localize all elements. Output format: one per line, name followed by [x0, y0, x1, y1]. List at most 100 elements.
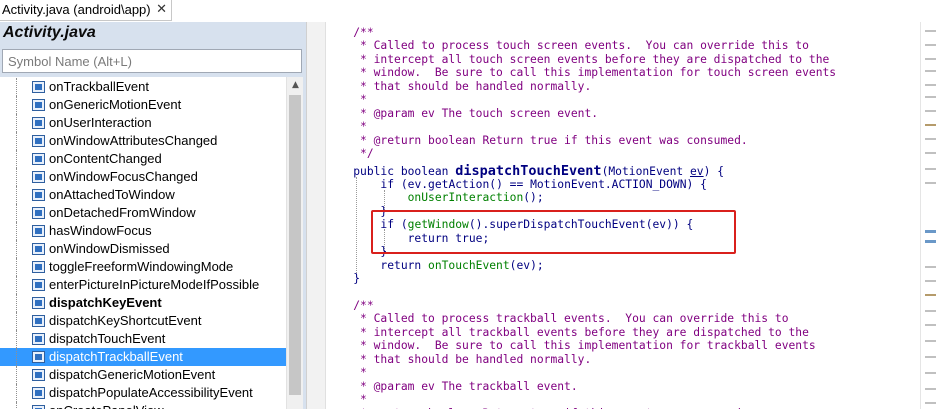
ruler-mark	[925, 324, 936, 326]
outline-item[interactable]: onGenericMotionEvent	[0, 96, 286, 114]
code-token: onTouchEvent	[428, 259, 510, 272]
code-line: * @param ev The touch screen event.	[326, 107, 598, 120]
scroll-thumb[interactable]	[289, 95, 301, 395]
tree-guide-line	[16, 96, 17, 114]
method-icon	[32, 333, 45, 345]
code-line: * intercept all touch screen events befo…	[326, 53, 829, 66]
outline-item-label: onWindowDismissed	[49, 241, 170, 256]
ruler-mark	[925, 30, 936, 32]
code-token: ev	[516, 259, 531, 272]
tree-guide-line	[16, 276, 17, 294]
tree-guide-line	[16, 186, 17, 204]
outline-item[interactable]: onWindowFocusChanged	[0, 168, 286, 186]
code-token: public boolean	[353, 165, 456, 178]
outline-item[interactable]: dispatchTouchEvent	[0, 330, 286, 348]
code-token: ();	[523, 191, 544, 204]
close-icon[interactable]: ✕	[156, 1, 167, 17]
outline-item-label: onUserInteraction	[49, 115, 152, 130]
code-token: ev	[689, 165, 704, 178]
ruler-mark	[925, 182, 936, 184]
code-token: onUserInteraction	[407, 191, 524, 204]
tree-guide-line	[16, 258, 17, 276]
code-token: dispatchTouchEvent	[455, 163, 602, 179]
method-icon	[32, 81, 45, 93]
code-token: return	[380, 259, 429, 272]
code-line: }	[326, 272, 360, 285]
ruler-mark	[925, 168, 936, 170]
code-token: );	[530, 259, 544, 272]
code-line: * that should be handled normally.	[326, 353, 591, 366]
code-token: .getAction() == MotionEvent.ACTION_DOWN)…	[421, 178, 707, 191]
outline-item[interactable]: hasWindowFocus	[0, 222, 286, 240]
outline-item[interactable]: dispatchGenericMotionEvent	[0, 366, 286, 384]
outline-item[interactable]: dispatchKeyEvent	[0, 294, 286, 312]
ruler-mark-current	[925, 240, 936, 243]
outline-item-label: onContentChanged	[49, 151, 162, 166]
code-line: * window. Be sure to call this implement…	[326, 339, 816, 352]
outline-scrollbar[interactable]: ▲	[286, 77, 303, 409]
tree-guide-line	[16, 330, 17, 348]
outline-item[interactable]: onContentChanged	[0, 150, 286, 168]
code-line: public boolean dispatchTouchEvent(Motion…	[326, 163, 724, 179]
code-token: * @return boolean Return true if this ev…	[360, 134, 748, 147]
ruler-mark	[925, 70, 936, 72]
outline-item[interactable]: toggleFreeformWindowingMode	[0, 258, 286, 276]
code-token: *	[360, 120, 367, 133]
code-line: *	[326, 366, 367, 379]
ruler-mark	[925, 44, 936, 46]
symbol-outline-panel: Activity.java onTrackballEvent onGenericM…	[0, 22, 306, 409]
ruler-mark	[925, 356, 936, 358]
symbol-search-input[interactable]	[2, 49, 302, 73]
code-line: * Called to process trackball events. Yo…	[326, 312, 788, 325]
overview-ruler[interactable]	[920, 22, 939, 409]
method-icon	[32, 117, 45, 129]
code-token: * Called to process touch screen events.…	[360, 39, 809, 52]
method-icon	[32, 387, 45, 399]
method-icon	[32, 315, 45, 327]
code-token: /**	[353, 299, 374, 312]
outline-item[interactable]: onDetachedFromWindow	[0, 204, 286, 222]
outline-item[interactable]: onCreatePanelView	[0, 402, 286, 409]
method-icon	[32, 225, 45, 237]
code-token: */	[360, 147, 374, 160]
ruler-mark	[925, 152, 936, 154]
outline-item-label: onDetachedFromWindow	[49, 205, 196, 220]
outline-item[interactable]: enterPictureInPictureModeIfPossible	[0, 276, 286, 294]
outline-item[interactable]: dispatchKeyShortcutEvent	[0, 312, 286, 330]
ruler-mark	[925, 388, 936, 390]
ruler-mark	[925, 58, 936, 60]
code-line: if (ev.getAction() == MotionEvent.ACTION…	[326, 178, 707, 191]
tab-activity-java[interactable]: Activity.java (android\app) ✕	[0, 0, 172, 21]
outline-item[interactable]: onAttachedToWindow	[0, 186, 286, 204]
outline-item[interactable]: dispatchTrackballEvent	[0, 348, 286, 366]
code-line: *	[326, 120, 367, 133]
outline-item[interactable]: onWindowAttributesChanged	[0, 132, 286, 150]
outline-item[interactable]: dispatchPopulateAccessibilityEvent	[0, 384, 286, 402]
method-icon	[32, 243, 45, 255]
outline-item[interactable]: onUserInteraction	[0, 114, 286, 132]
code-token: /**	[353, 26, 374, 39]
tree-guide-line	[16, 366, 17, 384]
code-token: * @param ev The touch screen event.	[360, 107, 599, 120]
ruler-mark	[925, 402, 936, 404]
outline-item-label: dispatchTouchEvent	[49, 331, 166, 346]
outline-item[interactable]: onWindowDismissed	[0, 240, 286, 258]
panel-divider[interactable]	[306, 22, 326, 409]
chevron-up-icon[interactable]: ▲	[287, 77, 304, 94]
tree-guide-line	[16, 384, 17, 402]
code-token: ev	[407, 178, 422, 191]
ruler-mark	[925, 110, 936, 112]
outline-item[interactable]: onTrackballEvent	[0, 78, 286, 96]
outline-item-label: dispatchPopulateAccessibilityEvent	[49, 385, 253, 400]
code-token: *	[360, 366, 367, 379]
